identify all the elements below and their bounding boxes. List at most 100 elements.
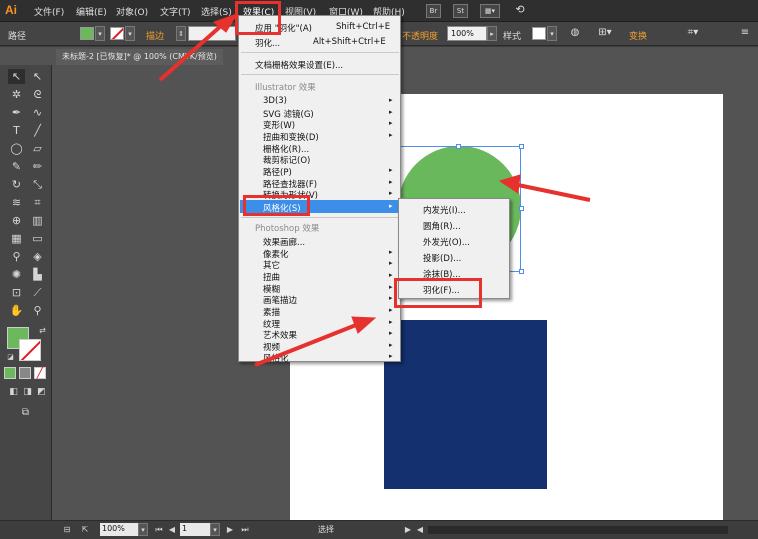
free-transform-tool-icon[interactable]: ⌗	[29, 195, 46, 210]
menu-item-stylize-ps[interactable]: 风格化	[263, 352, 289, 364]
apply-last-effect-shortcut: Shift+Ctrl+E	[336, 22, 391, 32]
artboard-nav-icon[interactable]: ⊟	[60, 522, 74, 537]
direct-selection-tool-icon[interactable]: ↖	[29, 69, 46, 84]
stroke-weight-stepper[interactable]: ⇕	[176, 26, 186, 41]
stock-icon[interactable]: St	[453, 4, 468, 18]
opacity-label[interactable]: 不透明度	[402, 29, 438, 42]
first-artboard-icon[interactable]: ⏮	[152, 522, 166, 537]
rotate-tool-icon[interactable]: ↻	[8, 177, 25, 192]
draw-inside-icon[interactable]: ◩	[33, 385, 50, 400]
menu-item-other[interactable]: 其它	[263, 259, 280, 271]
menu-type[interactable]: 文字(T)	[160, 5, 191, 18]
menu-item-effect-gallery[interactable]: 效果画廊...	[263, 236, 305, 248]
lasso-tool-icon[interactable]: ᘓ	[29, 87, 46, 102]
gpu-performance-icon[interactable]: ⟲	[512, 4, 528, 18]
swap-colors-icon[interactable]: ⇄	[34, 323, 51, 338]
hand-tool-icon[interactable]: ✋	[8, 303, 25, 318]
artboard-field[interactable]: 1	[180, 523, 210, 536]
scale-tool-icon[interactable]: ⤡	[29, 177, 46, 192]
stroke-color-swatch[interactable]	[110, 27, 124, 40]
bridge-icon[interactable]: Br	[426, 4, 441, 18]
last-effect-item[interactable]: 羽化...	[255, 37, 280, 49]
menu-item-distort[interactable]: 扭曲	[263, 271, 280, 283]
stroke-dropdown[interactable]: ▾	[125, 26, 135, 41]
pen-tool-icon[interactable]: ✒	[8, 105, 25, 120]
document-raster-settings[interactable]: 文档栅格效果设置(E)...	[255, 59, 343, 71]
share-icon[interactable]: ⇱	[78, 522, 92, 537]
pencil-tool-icon[interactable]: ✏	[29, 159, 46, 174]
menu-item-sketch[interactable]: 素描	[263, 306, 280, 318]
stroke-weight-field[interactable]	[188, 26, 236, 41]
artboard-dropdown[interactable]: ▾	[210, 523, 220, 536]
menu-edit[interactable]: 编辑(E)	[76, 5, 107, 18]
selection-handle[interactable]	[456, 144, 461, 149]
menu-item-distort-transform[interactable]: 扭曲和变换(D)	[263, 131, 319, 143]
style-dropdown[interactable]: ▾	[547, 26, 557, 41]
zoom-tool-icon[interactable]: ⚲	[29, 303, 46, 318]
document-tab[interactable]: 未标题-2 [已恢复]* @ 100% (CMYK/预览)	[56, 49, 223, 65]
symbol-sprayer-tool-icon[interactable]: ✺	[8, 267, 25, 282]
navy-rectangle[interactable]	[384, 320, 547, 489]
warp-tool-icon[interactable]: ≋	[8, 195, 25, 210]
stroke-label[interactable]: 描边	[146, 29, 164, 42]
zoom-dropdown[interactable]: ▾	[138, 523, 148, 536]
selection-handle[interactable]	[519, 144, 524, 149]
submenu-round-corners[interactable]: 圆角(R)...	[423, 220, 461, 232]
selection-handle[interactable]	[519, 269, 524, 274]
selection-handle[interactable]	[519, 206, 524, 211]
submenu-inner-glow[interactable]: 内发光(I)...	[423, 204, 466, 216]
fill-color-swatch[interactable]	[80, 27, 94, 40]
graphic-style-swatch[interactable]	[532, 27, 546, 40]
opacity-field[interactable]: 100%	[447, 26, 487, 41]
perspective-grid-tool-icon[interactable]: ▦	[8, 231, 25, 246]
isolate-options-icon[interactable]: ⌗▾	[683, 27, 703, 41]
curvature-tool-icon[interactable]: ∿	[29, 105, 46, 120]
panel-menu-icon[interactable]: ≡	[738, 27, 752, 41]
menu-item-artistic[interactable]: 艺术效果	[263, 329, 297, 341]
blend-tool-icon[interactable]: ◈	[29, 249, 46, 264]
status-menu-icon[interactable]: ▶	[402, 522, 414, 537]
menu-item-crop-marks[interactable]: 裁剪标记(O)	[263, 154, 310, 166]
live-paint-tool-icon[interactable]: ▥	[29, 213, 46, 228]
zoom-field[interactable]: 100%	[100, 523, 138, 536]
previous-artboard-icon[interactable]: ◀	[166, 522, 178, 537]
scroll-left-icon[interactable]: ◀	[414, 522, 426, 537]
horizontal-scrollbar[interactable]	[428, 526, 728, 534]
default-colors-icon[interactable]: ◪	[2, 350, 19, 365]
menu-select[interactable]: 选择(S)	[201, 5, 232, 18]
shape-builder-tool-icon[interactable]: ⊕	[8, 213, 25, 228]
menu-file[interactable]: 文件(F)	[34, 5, 64, 18]
column-graph-tool-icon[interactable]: ▙	[29, 267, 46, 282]
stroke-color-box[interactable]	[19, 339, 41, 361]
menu-item-path[interactable]: 路径(P)	[263, 166, 292, 178]
line-tool-icon[interactable]: ╱	[29, 123, 46, 138]
none-mode-icon[interactable]: ╱	[34, 367, 46, 379]
artboard-tool-icon[interactable]: ⊡	[8, 285, 25, 300]
align-options-icon[interactable]: ⊞▾	[595, 27, 615, 41]
magic-wand-tool-icon[interactable]: ✲	[8, 87, 25, 102]
menu-item-warp[interactable]: 变形(W)	[263, 119, 295, 131]
arrange-documents-icon[interactable]: ▦▾	[480, 4, 500, 18]
eyedropper-tool-icon[interactable]: ⚲	[8, 249, 25, 264]
opacity-dropdown[interactable]: ▸	[487, 26, 497, 41]
recolor-artwork-icon[interactable]: ◍	[568, 27, 582, 41]
color-mode-icon[interactable]	[4, 367, 16, 379]
fill-dropdown[interactable]: ▾	[95, 26, 105, 41]
gradient-tool-icon[interactable]: ▭	[29, 231, 46, 246]
gradient-mode-icon[interactable]	[19, 367, 31, 379]
menu-item-brush-strokes[interactable]: 画笔描边	[263, 294, 297, 306]
slice-tool-icon[interactable]: ⟋	[29, 285, 46, 300]
submenu-drop-shadow[interactable]: 投影(D)...	[423, 252, 461, 264]
screen-mode-icon[interactable]: ⧉	[17, 405, 34, 420]
transform-link[interactable]: 变换	[629, 29, 647, 42]
paintbrush-tool-icon[interactable]: ✎	[8, 159, 25, 174]
type-tool-icon[interactable]: T	[8, 123, 25, 138]
last-artboard-icon[interactable]: ⏭	[238, 522, 252, 537]
menu-object[interactable]: 对象(O)	[116, 5, 148, 18]
next-artboard-icon[interactable]: ▶	[224, 522, 236, 537]
submenu-outer-glow[interactable]: 外发光(O)...	[423, 236, 470, 248]
menu-item-3d[interactable]: 3D(3)	[263, 96, 287, 106]
eraser-tool-icon[interactable]: ▱	[29, 141, 46, 156]
selection-tool-icon[interactable]: ↖	[8, 69, 25, 84]
ellipse-tool-icon[interactable]: ◯	[8, 141, 25, 156]
